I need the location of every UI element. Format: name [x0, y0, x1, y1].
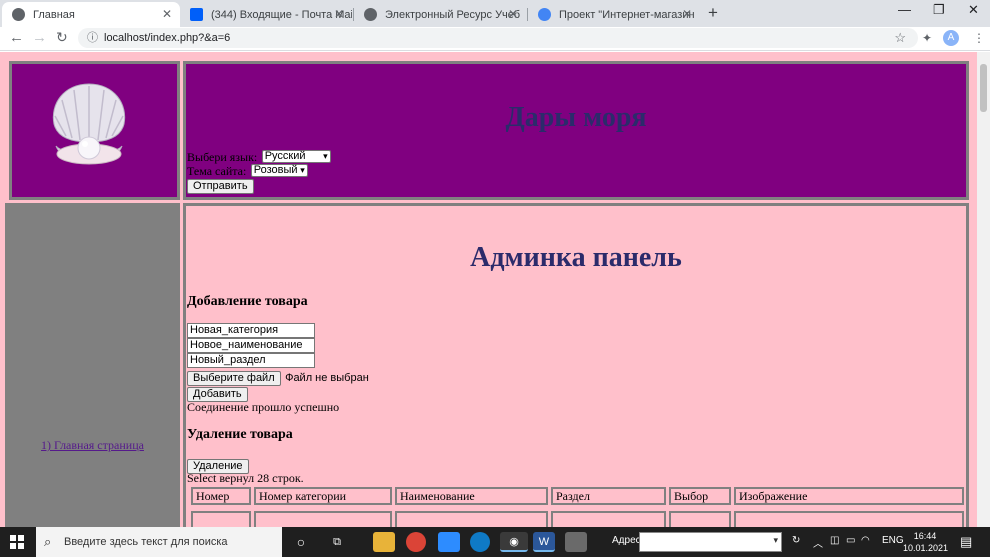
- nav-link-home[interactable]: 1) Главная страница: [5, 438, 180, 453]
- tab-resource[interactable]: Электронный Ресурс Учебных Д ✕: [354, 2, 526, 27]
- table-header-category-number: Номер категории: [254, 487, 392, 505]
- reload-icon[interactable]: ↻: [56, 29, 68, 46]
- submit-row: Отправить: [187, 176, 254, 194]
- table-cell: [734, 511, 964, 527]
- close-window-button[interactable]: ✕: [968, 2, 979, 18]
- cortana-icon[interactable]: ○: [290, 532, 312, 552]
- theme-select[interactable]: Розовый ▾: [250, 164, 308, 178]
- extensions-icon[interactable]: ✦: [922, 31, 932, 45]
- tab-project[interactable]: Проект "Интернет-магазин мор ✕: [528, 2, 700, 27]
- header-cell: Дары моря Выбери язык: Русский ▾ Тема са…: [183, 61, 969, 200]
- profile-avatar[interactable]: A: [943, 30, 959, 46]
- task-view-icon[interactable]: ⧉: [326, 532, 348, 552]
- address-toolbar-label: Адрес: [612, 535, 641, 546]
- tab-title: Проект "Интернет-магазин мор: [559, 8, 694, 21]
- search-placeholder: Введите здесь текст для поиска: [64, 536, 228, 548]
- pearl-shell-logo: [52, 83, 126, 165]
- chevron-down-icon: ▾: [773, 535, 778, 545]
- meet-icon[interactable]: ◫: [830, 535, 839, 546]
- paint-icon[interactable]: [565, 532, 587, 552]
- table-cell: [395, 511, 548, 527]
- language-value: Русский: [264, 150, 306, 163]
- tab-title: Электронный Ресурс Учебных Д: [385, 8, 520, 21]
- tab-title: (344) Входящие - Почта Mail.ru: [211, 8, 352, 21]
- mail-icon: [190, 8, 203, 21]
- clock-time: 16:44: [913, 531, 937, 541]
- chrome-running-icon[interactable]: ◉: [500, 532, 528, 552]
- network-icon[interactable]: ▭: [846, 535, 855, 546]
- site-title: Дары моря: [505, 102, 647, 133]
- taskbar-search[interactable]: ⌕ Введите здесь текст для поиска: [36, 527, 282, 557]
- submit-button[interactable]: Отправить: [187, 179, 254, 194]
- table-cell: [669, 511, 731, 527]
- zoom-icon[interactable]: [438, 532, 460, 552]
- close-tab-icon[interactable]: ✕: [682, 7, 692, 21]
- clock-date: 10.01.2021: [903, 543, 949, 553]
- globe-icon: [12, 8, 25, 21]
- table-cell: [191, 511, 251, 527]
- table-header-image: Изображение: [734, 487, 964, 505]
- language-indicator[interactable]: ENG: [882, 535, 904, 546]
- google-icon: [538, 8, 551, 21]
- logo-cell: [9, 61, 180, 200]
- scrollbar-thumb[interactable]: [980, 64, 987, 112]
- bookmark-star-icon[interactable]: ☆: [894, 28, 906, 48]
- close-tab-icon[interactable]: ✕: [162, 7, 172, 21]
- address-bar[interactable]: ⓘ localhost/index.php?&a=6 ☆: [78, 28, 918, 48]
- maximize-button[interactable]: ❐: [933, 2, 945, 18]
- windows-start-icon[interactable]: [10, 535, 24, 549]
- browser-toolbar: ← → ↻ ⓘ localhost/index.php?&a=6 ☆ ✦ A ⋮: [0, 27, 990, 51]
- table-cell: [551, 511, 666, 527]
- globe-icon: [364, 8, 377, 21]
- sidebar-cell: 1) Главная страница: [5, 203, 180, 527]
- info-icon[interactable]: ⓘ: [87, 28, 98, 48]
- products-table: Номер Номер категории Наименование Разде…: [189, 206, 967, 527]
- page-scrollbar[interactable]: [977, 52, 990, 527]
- menu-icon[interactable]: ⋮: [973, 31, 985, 45]
- system-clock[interactable]: 16:44 10.01.2021: [903, 530, 949, 554]
- search-icon: ⌕: [44, 534, 52, 549]
- tab-home[interactable]: Главная ✕: [2, 2, 180, 27]
- file-explorer-icon[interactable]: [373, 532, 395, 552]
- edge-icon[interactable]: [470, 532, 490, 552]
- forward-icon[interactable]: →: [32, 29, 47, 46]
- refresh-icon[interactable]: ↻: [792, 535, 800, 546]
- minimize-button[interactable]: —: [898, 2, 911, 17]
- back-icon[interactable]: ←: [9, 29, 24, 46]
- tray-chevron-icon[interactable]: ︿: [813, 535, 823, 550]
- main-cell: Админка панель Добавление товара Новая_к…: [183, 203, 969, 527]
- close-tab-icon[interactable]: ✕: [334, 7, 344, 21]
- new-tab-button[interactable]: +: [708, 3, 718, 23]
- address-text: localhost/index.php?&a=6: [104, 32, 231, 44]
- table-header-name: Наименование: [395, 487, 548, 505]
- table-cell: [254, 511, 392, 527]
- word-icon[interactable]: W: [533, 532, 555, 552]
- notification-icon[interactable]: ▤: [960, 534, 972, 550]
- chrome-icon[interactable]: [406, 532, 426, 552]
- close-tab-icon[interactable]: ✕: [508, 7, 518, 21]
- table-header-choice: Выбор: [669, 487, 731, 505]
- tab-mail[interactable]: (344) Входящие - Почта Mail.ru ✕: [180, 2, 352, 27]
- theme-value: Розовый: [253, 164, 298, 177]
- taskbar: ⌕ Введите здесь текст для поиска ○ ⧉ ◉ W…: [0, 527, 990, 557]
- table-header-number: Номер: [191, 487, 251, 505]
- chevron-down-icon: ▾: [323, 151, 328, 162]
- table-header-section: Раздел: [551, 487, 666, 505]
- chevron-down-icon: ▾: [300, 165, 305, 176]
- tab-title: Главная: [33, 8, 75, 21]
- wifi-icon[interactable]: ◠: [861, 535, 870, 546]
- tab-strip: Главная ✕ (344) Входящие - Почта Mail.ru…: [0, 0, 990, 27]
- address-toolbar-input[interactable]: ▾: [639, 532, 782, 552]
- page-viewport: Дары моря Выбери язык: Русский ▾ Тема са…: [0, 52, 977, 527]
